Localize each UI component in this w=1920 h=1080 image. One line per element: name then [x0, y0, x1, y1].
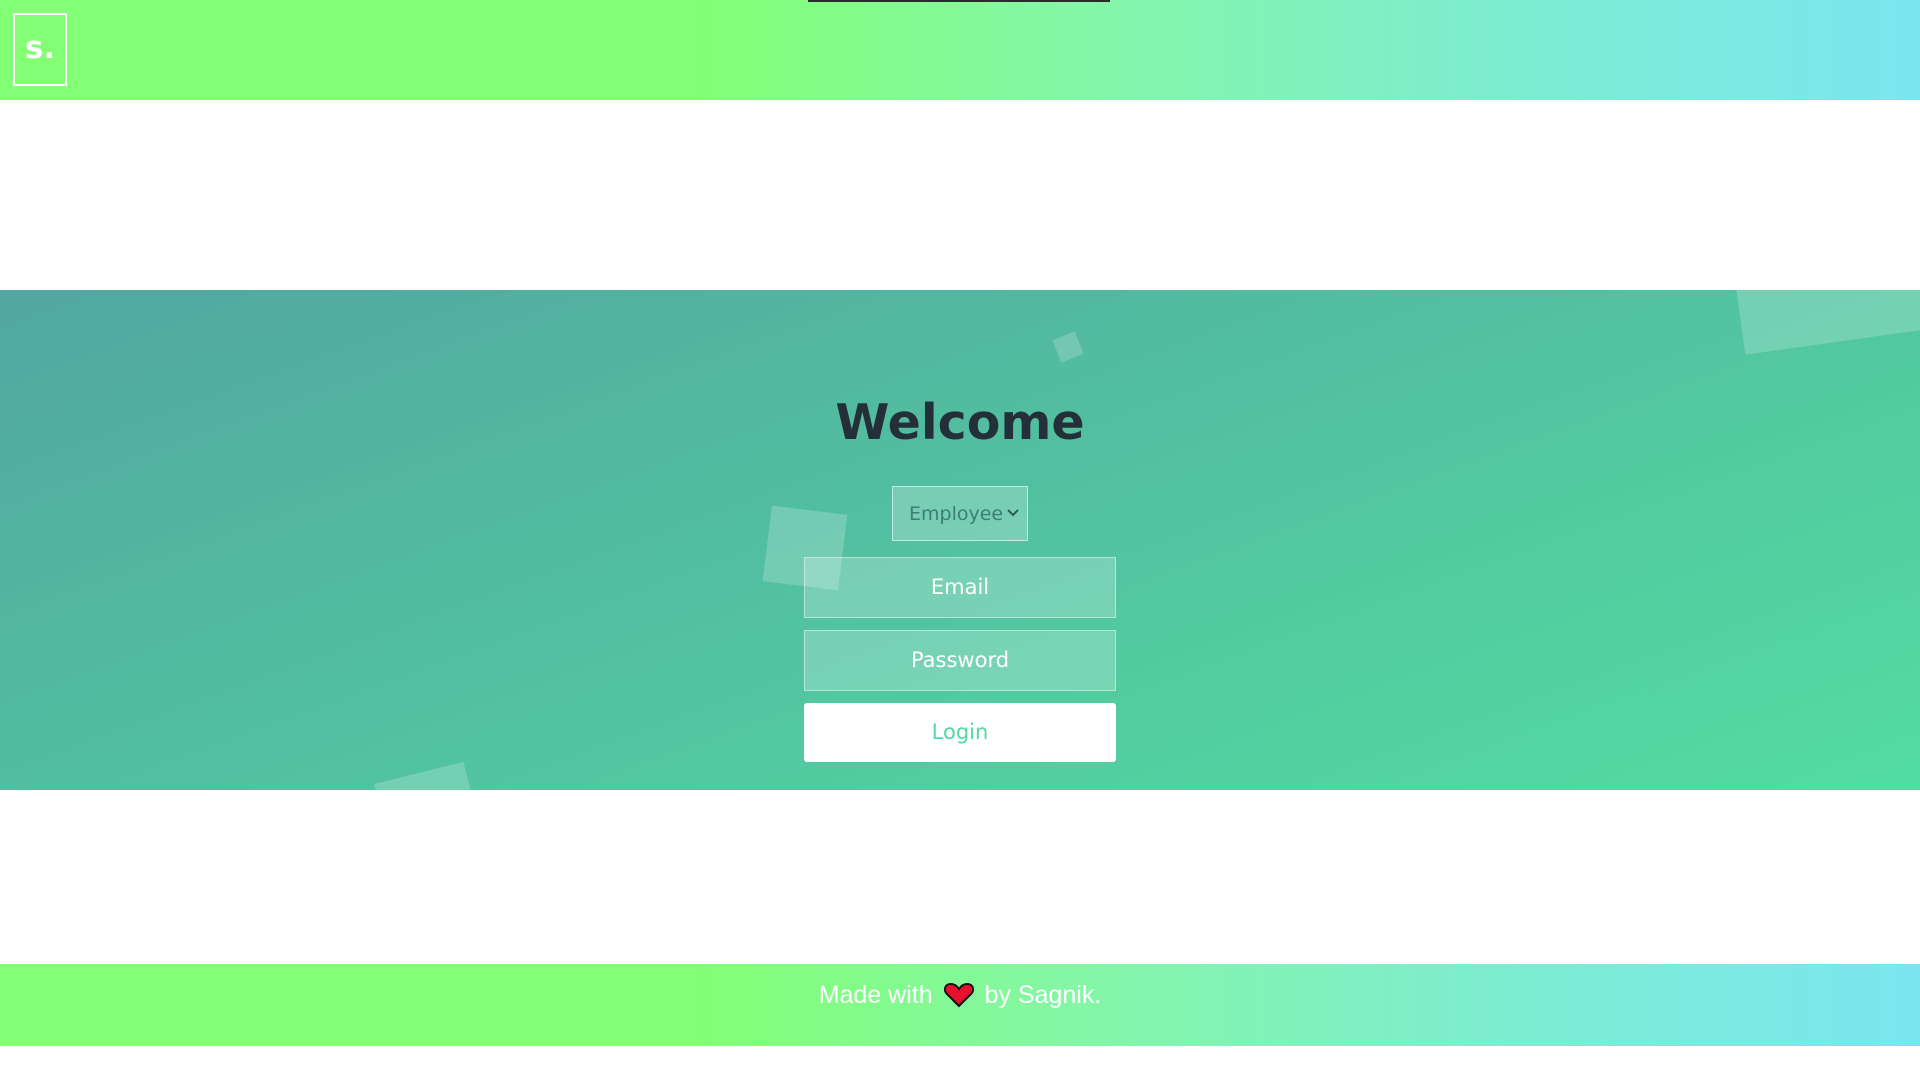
logo[interactable]: s.	[13, 13, 67, 86]
heart-icon	[943, 969, 974, 1031]
password-field[interactable]: Password	[804, 630, 1116, 691]
login-button[interactable]: Login	[804, 703, 1116, 762]
login-section: Welcome Employee Email Password Login	[0, 290, 1920, 790]
email-placeholder: Email	[930, 575, 990, 599]
chevron-down-icon	[1007, 487, 1019, 540]
role-select[interactable]: Employee	[892, 486, 1028, 541]
top-header: s.	[0, 0, 1920, 100]
welcome-title: Welcome	[835, 394, 1085, 451]
role-select-value: Employee	[909, 503, 1004, 525]
password-placeholder: Password	[910, 648, 1010, 672]
decorative-square	[1728, 290, 1920, 355]
decorative-square	[374, 761, 478, 790]
footer-prefix: Made with	[818, 981, 933, 1009]
footer: Made with by Sagnik.	[0, 964, 1920, 1046]
email-field[interactable]: Email	[804, 557, 1116, 618]
decorative-square	[1052, 331, 1084, 363]
header-underline	[808, 0, 1110, 2]
footer-suffix: by Sagnik.	[984, 981, 1102, 1009]
